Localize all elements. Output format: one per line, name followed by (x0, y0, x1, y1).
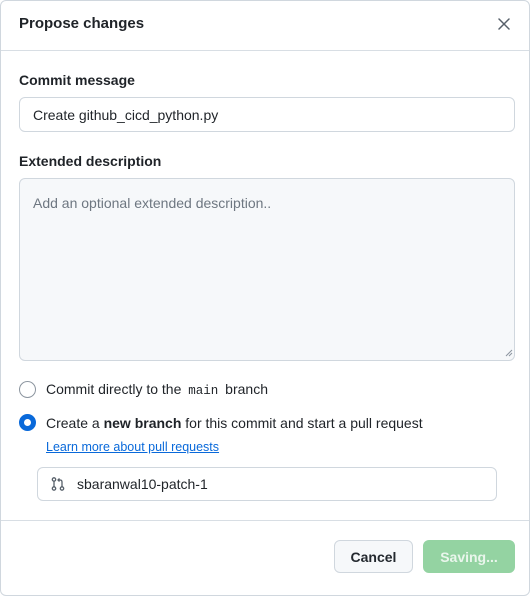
commit-directly-prefix: Commit directly to the (46, 381, 182, 397)
close-icon (498, 18, 510, 30)
dialog-header: Propose changes (1, 1, 529, 51)
commit-directly-label: Commit directly to the main branch (46, 381, 268, 398)
new-branch-suffix: for this commit and start a pull request (185, 414, 423, 431)
dialog-title: Propose changes (19, 15, 145, 32)
cancel-button[interactable]: Cancel (334, 540, 413, 573)
resize-grip-icon[interactable] (503, 347, 513, 357)
learn-more-pull-requests-link[interactable]: Learn more about pull requests (46, 440, 219, 454)
commit-directly-suffix: branch (225, 381, 268, 397)
commit-directly-option[interactable]: Commit directly to the main branch (19, 381, 268, 398)
commit-directly-radio[interactable] (19, 381, 36, 398)
new-branch-label: Create a new branch for this commit and … (46, 415, 423, 431)
propose-changes-dialog: Propose changes Commit message Extended … (0, 0, 530, 596)
main-branch-code: main (188, 384, 219, 398)
new-branch-radio[interactable] (19, 414, 36, 431)
new-branch-option[interactable]: Create a new branch for this commit and … (19, 414, 423, 431)
branch-name-field[interactable]: sbaranwal10-patch-1 (37, 467, 497, 501)
extended-description-label: Extended description (19, 153, 162, 169)
close-button[interactable] (493, 13, 515, 35)
git-pull-request-icon (50, 476, 66, 492)
commit-message-label: Commit message (19, 72, 135, 88)
extended-description-textarea[interactable] (19, 178, 515, 361)
branch-name-value: sbaranwal10-patch-1 (77, 476, 208, 492)
new-branch-prefix: Create a (46, 414, 100, 431)
saving-button[interactable]: Saving... (423, 540, 515, 573)
commit-message-input[interactable] (19, 97, 515, 132)
new-branch-bold: new branch (103, 414, 182, 431)
